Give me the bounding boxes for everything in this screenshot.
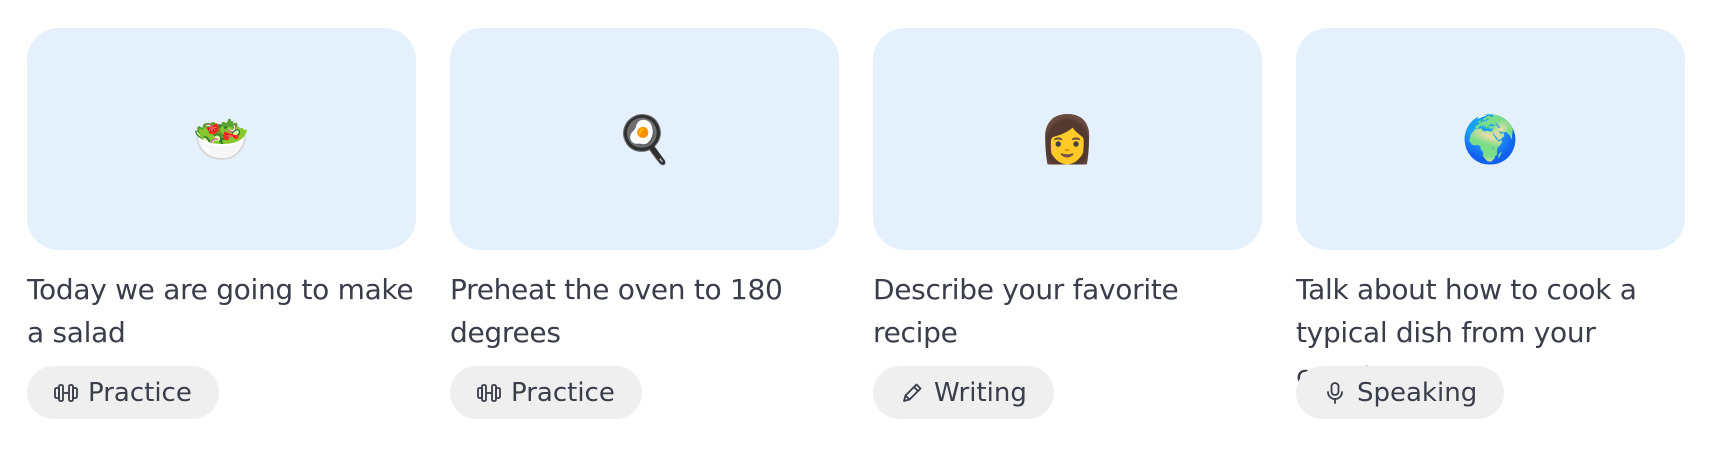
tag-practice[interactable]: Practice: [27, 366, 219, 419]
lesson-card-oven[interactable]: 🍳 Preheat the oven to 180 degrees Practi…: [450, 28, 839, 419]
lesson-card-typical-dish[interactable]: 🌍 Talk about how to cook a typical dish …: [1296, 28, 1685, 419]
card-thumbnail[interactable]: 🍳: [450, 28, 839, 250]
card-title[interactable]: Talk about how to cook a typical dish fr…: [1296, 268, 1685, 392]
lesson-card-list: 🥗 Today we are going to make a salad Pra…: [27, 28, 1685, 419]
tag-label: Speaking: [1357, 377, 1478, 408]
card-title[interactable]: Today we are going to make a salad: [27, 268, 416, 354]
tag-label: Practice: [511, 377, 615, 408]
tag-speaking[interactable]: Speaking: [1296, 366, 1505, 419]
tag-practice[interactable]: Practice: [450, 366, 642, 419]
dumbbell-icon: [53, 380, 79, 406]
microphone-icon: [1322, 380, 1348, 406]
lesson-card-recipe[interactable]: 👩 Describe your favorite recipe Writing: [873, 28, 1262, 419]
card-thumbnail[interactable]: 🌍: [1296, 28, 1685, 250]
tag-label: Writing: [934, 377, 1027, 408]
card-thumbnail[interactable]: 🥗: [27, 28, 416, 250]
salad-icon: 🥗: [192, 112, 251, 166]
card-title[interactable]: Describe your favorite recipe: [873, 268, 1262, 354]
lesson-card-salad[interactable]: 🥗 Today we are going to make a salad Pra…: [27, 28, 416, 419]
woman-icon: 👩: [1038, 112, 1097, 166]
dumbbell-icon: [476, 380, 502, 406]
globe-icon: 🌍: [1461, 112, 1520, 166]
tag-label: Practice: [88, 377, 192, 408]
card-title[interactable]: Preheat the oven to 180 degrees: [450, 268, 839, 354]
pencil-icon: [899, 380, 925, 406]
frying-pan-egg-icon: 🍳: [615, 112, 674, 166]
card-thumbnail[interactable]: 👩: [873, 28, 1262, 250]
tag-writing[interactable]: Writing: [873, 366, 1054, 419]
